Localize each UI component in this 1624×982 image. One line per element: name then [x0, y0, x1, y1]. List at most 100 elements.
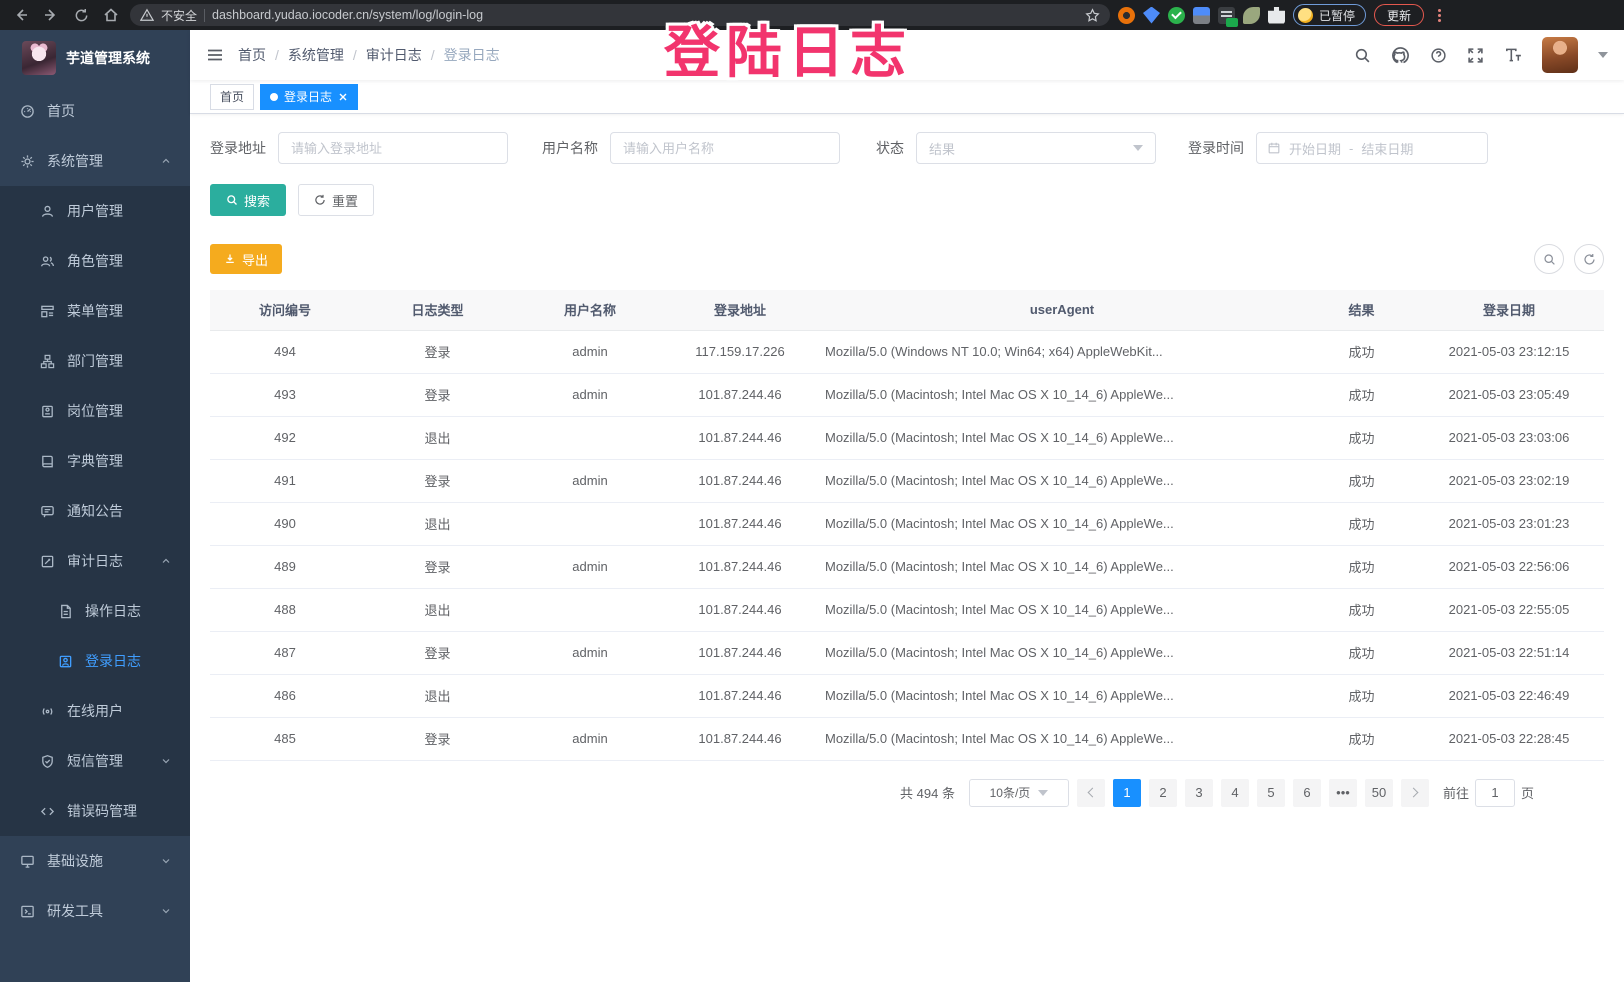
page-button-2[interactable]: 2: [1149, 779, 1177, 807]
sidebar-item-post-management[interactable]: 岗位管理: [0, 386, 190, 436]
tag-login-log[interactable]: 登录日志: [260, 84, 358, 110]
col-header-id: 访问编号: [210, 290, 360, 330]
login-address-input[interactable]: [278, 132, 508, 164]
address-bar[interactable]: 不安全 dashboard.yudao.iocoder.cn/system/lo…: [130, 4, 1110, 26]
chrome-update-button[interactable]: 更新: [1374, 4, 1424, 26]
breadcrumb-system[interactable]: 系统管理: [288, 45, 344, 65]
extensions-puzzle-icon[interactable]: [1268, 7, 1285, 24]
browser-menu-icon[interactable]: [1432, 9, 1446, 22]
page-button-5[interactable]: 5: [1257, 779, 1285, 807]
tag-home[interactable]: 首页: [210, 84, 254, 110]
cell: 491: [210, 459, 360, 502]
search-icon[interactable]: [1354, 47, 1371, 64]
close-icon[interactable]: [338, 92, 348, 102]
sidebar-item-role-management[interactable]: 角色管理: [0, 236, 190, 286]
username-input[interactable]: [610, 132, 840, 164]
sidebar-item-sms-management[interactable]: 短信管理: [0, 736, 190, 786]
sidebar-item-menu-management[interactable]: 菜单管理: [0, 286, 190, 336]
sidebar-item-system-management[interactable]: 系统管理: [0, 136, 190, 186]
search-button[interactable]: 搜索: [210, 184, 286, 216]
goto-page: 前往 页: [1443, 779, 1534, 807]
user-avatar[interactable]: [1542, 37, 1578, 73]
table-toolbar: 导出: [210, 244, 1604, 274]
cell: 101.87.244.46: [665, 588, 815, 631]
table-row: 490退出101.87.244.46Mozilla/5.0 (Macintosh…: [210, 502, 1604, 545]
app-logo[interactable]: 芋道管理系统: [0, 30, 190, 86]
col-header-login-address: 登录地址: [665, 290, 815, 330]
goto-page-input[interactable]: [1475, 779, 1515, 807]
reload-icon[interactable]: [70, 4, 92, 26]
reset-button[interactable]: 重置: [298, 184, 374, 216]
page-button-50[interactable]: 50: [1365, 779, 1393, 807]
page-size-select[interactable]: 10条/页: [969, 779, 1069, 807]
breadcrumb-login-log: 登录日志: [444, 45, 500, 65]
extension-icon[interactable]: [1143, 7, 1160, 24]
font-size-icon[interactable]: [1504, 46, 1522, 64]
page-button-6[interactable]: 6: [1293, 779, 1321, 807]
cell: admin: [515, 631, 665, 674]
roles-icon: [40, 254, 55, 269]
back-icon[interactable]: [10, 4, 32, 26]
sidebar-item-login-log[interactable]: 登录日志: [0, 636, 190, 686]
help-icon[interactable]: [1430, 47, 1447, 64]
sidebar-item-notice[interactable]: 通知公告: [0, 486, 190, 536]
date-range-picker[interactable]: 开始日期 - 结束日期: [1256, 132, 1488, 164]
status-select-placeholder: 结果: [929, 139, 955, 158]
bookmark-star-icon[interactable]: [1085, 8, 1100, 23]
extension-icon[interactable]: [1218, 7, 1235, 24]
page-button-1[interactable]: 1: [1113, 779, 1141, 807]
extension-icon[interactable]: [1118, 7, 1135, 24]
toggle-search-button[interactable]: [1534, 244, 1564, 274]
sidebar-item-dict-management[interactable]: 字典管理: [0, 436, 190, 486]
table-row: 487登录admin101.87.244.46Mozilla/5.0 (Maci…: [210, 631, 1604, 674]
cell: 2021-05-03 23:12:15: [1414, 330, 1604, 373]
url-text[interactable]: dashboard.yudao.iocoder.cn/system/log/lo…: [212, 8, 1078, 22]
page-button-3[interactable]: 3: [1185, 779, 1213, 807]
export-button[interactable]: 导出: [210, 244, 282, 274]
security-warning-label[interactable]: 不安全: [161, 7, 197, 24]
sms-shield-icon: [40, 754, 55, 769]
cell: 485: [210, 717, 360, 760]
prev-page-button[interactable]: [1077, 779, 1105, 807]
extension-icon[interactable]: [1168, 7, 1185, 24]
sidebar-item-dept-management[interactable]: 部门管理: [0, 336, 190, 386]
sidebar-item-operate-log[interactable]: 操作日志: [0, 586, 190, 636]
paused-extension-badge[interactable]: 已暂停: [1293, 4, 1366, 26]
cell: 退出: [360, 502, 515, 545]
page-button-4[interactable]: 4: [1221, 779, 1249, 807]
login-time-label: 登录时间: [1188, 138, 1244, 158]
cell: admin: [515, 330, 665, 373]
fullscreen-icon[interactable]: [1467, 47, 1484, 64]
sidebar-item-label: 基础设施: [47, 851, 103, 871]
status-select[interactable]: 结果: [916, 132, 1156, 164]
next-page-button[interactable]: [1401, 779, 1429, 807]
github-icon[interactable]: [1391, 46, 1410, 65]
sidebar-item-label: 用户管理: [67, 201, 123, 221]
cell: 成功: [1309, 674, 1414, 717]
sidebar-item-dev-tools[interactable]: 研发工具: [0, 886, 190, 936]
refresh-icon: [314, 194, 326, 206]
sidebar-item-label: 登录日志: [85, 651, 141, 671]
cell: 2021-05-03 22:28:45: [1414, 717, 1604, 760]
breadcrumb-audit-log[interactable]: 审计日志: [366, 45, 422, 65]
refresh-table-button[interactable]: [1574, 244, 1604, 274]
breadcrumb-home[interactable]: 首页: [238, 45, 266, 65]
home-icon[interactable]: [100, 4, 122, 26]
avatar-caret-icon[interactable]: [1598, 52, 1608, 58]
hamburger-icon[interactable]: [190, 46, 238, 64]
sidebar-item-label: 在线用户: [67, 701, 123, 721]
sidebar-item-audit-log[interactable]: 审计日志: [0, 536, 190, 586]
col-header-result: 结果: [1309, 290, 1414, 330]
extension-icon[interactable]: [1243, 7, 1260, 24]
sidebar-item-online-users[interactable]: 在线用户: [0, 686, 190, 736]
sidebar-item-error-code[interactable]: 错误码管理: [0, 786, 190, 836]
cell: 成功: [1309, 502, 1414, 545]
extension-icon[interactable]: [1193, 7, 1210, 24]
more-pages-button[interactable]: •••: [1329, 779, 1357, 807]
cell: 101.87.244.46: [665, 502, 815, 545]
cell: 2021-05-03 22:51:14: [1414, 631, 1604, 674]
sidebar-item-infrastructure[interactable]: 基础设施: [0, 836, 190, 886]
sidebar-item-user-management[interactable]: 用户管理: [0, 186, 190, 236]
sidebar-item-home[interactable]: 首页: [0, 86, 190, 136]
forward-icon[interactable]: [40, 4, 62, 26]
